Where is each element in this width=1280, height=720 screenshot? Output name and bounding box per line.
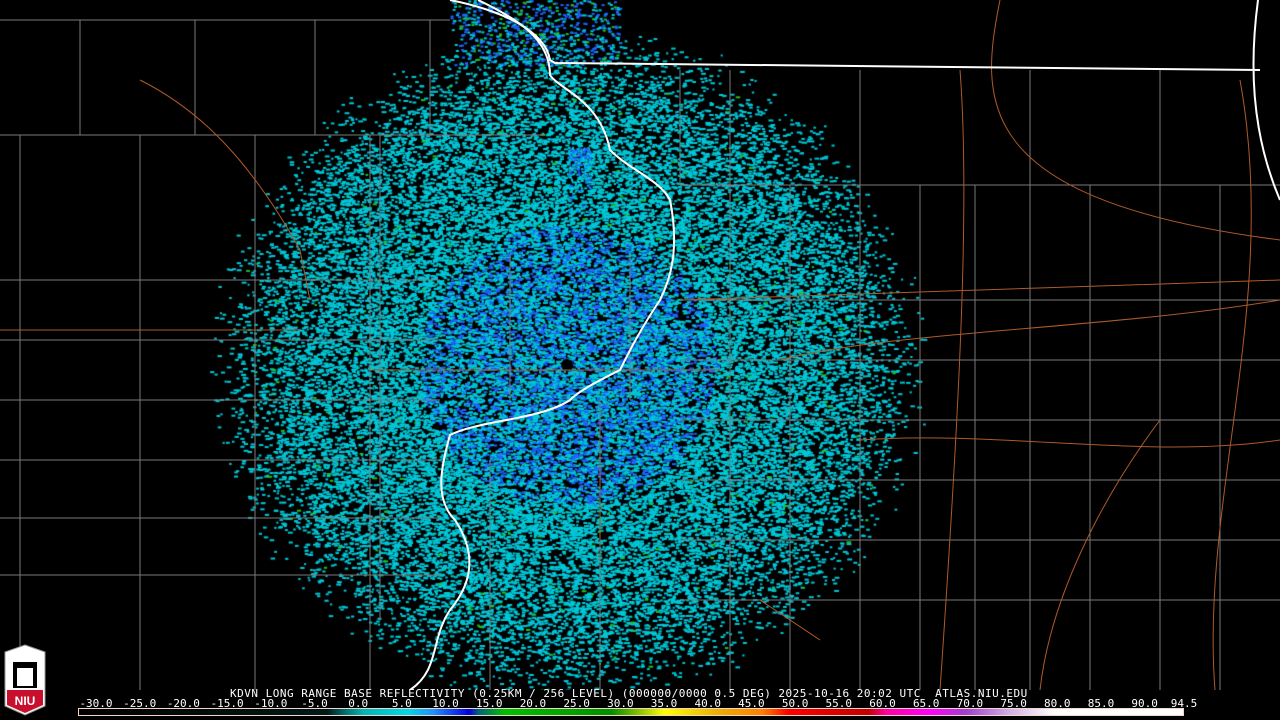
map-overlay — [0, 0, 1280, 690]
radar-map: NIU KDVN LONG RANGE BASE REFLECTIVITY (0… — [0, 0, 1280, 720]
niu-logo: NIU — [4, 644, 46, 716]
state-borders — [409, 0, 1280, 690]
reflectivity-colorbar — [78, 708, 1184, 716]
county-lines — [0, 19, 1280, 690]
highway-lines — [0, 0, 1280, 690]
svg-text:NIU: NIU — [15, 694, 36, 708]
